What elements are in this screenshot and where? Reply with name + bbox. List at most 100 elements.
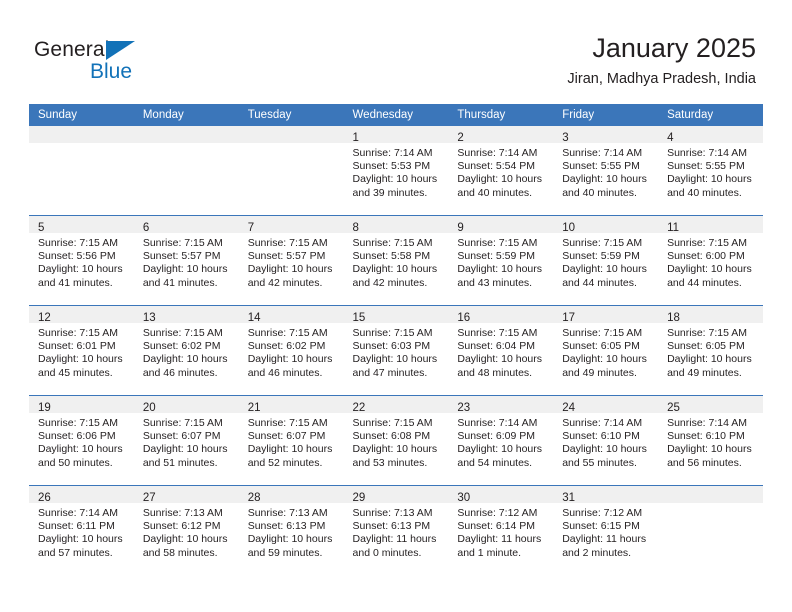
day-number-bar: 28 bbox=[238, 486, 344, 504]
sunrise-text: Sunrise: 7:15 AM bbox=[562, 327, 643, 339]
calendar-day-cell[interactable]: 23 Sunrise: 7:14 AM Sunset: 6:09 PM Dayligh… bbox=[448, 395, 554, 486]
calendar-day-cell[interactable]: 15 Sunrise: 7:15 AM Sunset: 6:03 PM Dayligh… bbox=[343, 305, 449, 396]
day-number-bar: 25 bbox=[658, 396, 763, 414]
day-detail: Sunrise: 7:14 AM Sunset: 5:54 PM Daylight:… bbox=[448, 143, 553, 200]
daylight-text-line1: Daylight: 10 hours bbox=[457, 443, 543, 456]
day-detail: Sunrise: 7:14 AM Sunset: 5:55 PM Daylight:… bbox=[658, 143, 763, 200]
daylight-text-line1: Daylight: 10 hours bbox=[667, 173, 752, 186]
day-detail: Sunrise: 7:14 AM Sunset: 5:55 PM Daylight:… bbox=[553, 143, 658, 200]
calendar-day-cell[interactable]: 21 Sunrise: 7:15 AM Sunset: 6:07 PM Dayligh… bbox=[238, 395, 344, 486]
daylight-text-line2: and 55 minutes. bbox=[562, 456, 637, 469]
calendar-day-cell[interactable]: 16 Sunrise: 7:15 AM Sunset: 6:04 PM Dayligh… bbox=[448, 305, 554, 396]
sunrise-text: Sunrise: 7:15 AM bbox=[352, 237, 433, 249]
daylight-text-line2: and 59 minutes. bbox=[247, 546, 323, 559]
sunrise-text: Sunrise: 7:14 AM bbox=[562, 147, 643, 159]
daylight-text-line2: and 39 minutes. bbox=[352, 186, 428, 199]
sunrise-text: Sunrise: 7:15 AM bbox=[457, 237, 538, 249]
sunset-text: Sunset: 5:59 PM bbox=[562, 250, 640, 263]
daylight-text-line2: and 49 minutes. bbox=[667, 366, 742, 379]
weekday-header-saturday: Saturday bbox=[658, 104, 763, 126]
day-number-bar: 14 bbox=[238, 306, 344, 324]
sunrise-text: Sunrise: 7:14 AM bbox=[352, 147, 433, 159]
day-number-bar: 17 bbox=[553, 306, 659, 324]
day-number-bar: 19 bbox=[29, 396, 134, 414]
calendar-day-cell[interactable]: 30 Sunrise: 7:12 AM Sunset: 6:14 PM Dayligh… bbox=[448, 485, 554, 575]
day-number-bar: 12 bbox=[29, 306, 134, 324]
day-detail: Sunrise: 7:12 AM Sunset: 6:15 PM Daylight:… bbox=[553, 503, 658, 560]
daylight-text-line1: Daylight: 10 hours bbox=[142, 533, 228, 546]
day-number: 31 bbox=[562, 492, 576, 504]
sunset-text: Sunset: 5:58 PM bbox=[352, 250, 431, 263]
calendar-day-cell[interactable]: 28 Sunrise: 7:13 AM Sunset: 6:13 PM Dayligh… bbox=[238, 485, 344, 575]
calendar-day-cell[interactable]: 19 Sunrise: 7:15 AM Sunset: 6:06 PM Dayligh… bbox=[29, 395, 134, 486]
calendar-day-cell[interactable]: 27 Sunrise: 7:13 AM Sunset: 6:12 PM Dayligh… bbox=[133, 485, 239, 575]
weekday-header-wednesday: Wednesday bbox=[343, 104, 449, 126]
day-number: 2 bbox=[457, 132, 464, 144]
day-number: 14 bbox=[247, 312, 261, 324]
weekday-header-tuesday: Tuesday bbox=[238, 104, 344, 126]
daylight-text-line1: Daylight: 10 hours bbox=[457, 353, 543, 366]
calendar-day-cell[interactable]: 5 Sunrise: 7:15 AM Sunset: 5:56 PM Daylight… bbox=[29, 215, 134, 306]
day-number: 11 bbox=[667, 222, 680, 234]
calendar-day-cell[interactable]: 7 Sunrise: 7:15 AM Sunset: 5:57 PM Daylight… bbox=[238, 215, 344, 306]
day-number: 10 bbox=[562, 222, 576, 234]
day-detail: Sunrise: 7:15 AM Sunset: 6:05 PM Daylight:… bbox=[553, 323, 658, 380]
calendar-day-cell[interactable]: 26 Sunrise: 7:14 AM Sunset: 6:11 PM Dayligh… bbox=[29, 485, 134, 575]
day-number-bar: 26 bbox=[29, 486, 134, 504]
daylight-text-line2: and 43 minutes. bbox=[457, 276, 533, 289]
calendar-day-cell[interactable]: 4 Sunrise: 7:14 AM Sunset: 5:55 PM Daylight… bbox=[658, 126, 763, 216]
day-number-bar: 30 bbox=[448, 486, 554, 504]
day-number-bar: 6 bbox=[133, 216, 239, 234]
daylight-text-line2: and 56 minutes. bbox=[667, 456, 742, 469]
calendar-day-cell[interactable]: 31 Sunrise: 7:12 AM Sunset: 6:15 PM Dayligh… bbox=[553, 485, 659, 575]
daylight-text-line1: Daylight: 10 hours bbox=[667, 353, 752, 366]
calendar-day-cell[interactable]: 3 Sunrise: 7:14 AM Sunset: 5:55 PM Daylight… bbox=[553, 126, 659, 216]
sunrise-text: Sunrise: 7:14 AM bbox=[457, 417, 538, 429]
calendar-day-cell[interactable]: 10 Sunrise: 7:15 AM Sunset: 5:59 PM Dayligh… bbox=[553, 215, 659, 306]
sunset-text: Sunset: 6:08 PM bbox=[352, 430, 431, 443]
daylight-text-line2: and 0 minutes. bbox=[352, 546, 422, 559]
title-block: January 2025 Jiran, Madhya Pradesh, Indi… bbox=[567, 32, 756, 88]
day-number-bar bbox=[133, 126, 239, 143]
daylight-text-line1: Daylight: 10 hours bbox=[562, 173, 647, 186]
day-detail: Sunrise: 7:13 AM Sunset: 6:13 PM Daylight:… bbox=[344, 503, 449, 560]
calendar-day-cell[interactable]: 9 Sunrise: 7:15 AM Sunset: 5:59 PM Daylight… bbox=[448, 215, 554, 306]
calendar-day-cell[interactable]: 12 Sunrise: 7:15 AM Sunset: 6:01 PM Dayligh… bbox=[29, 305, 134, 396]
calendar-day-cell[interactable]: 25 Sunrise: 7:14 AM Sunset: 6:10 PM Dayligh… bbox=[658, 395, 763, 486]
day-number: 24 bbox=[562, 402, 576, 414]
day-detail: Sunrise: 7:14 AM Sunset: 6:10 PM Daylight:… bbox=[553, 413, 658, 470]
sunrise-text: Sunrise: 7:15 AM bbox=[667, 327, 748, 339]
calendar-day-cell[interactable]: 24 Sunrise: 7:14 AM Sunset: 6:10 PM Dayligh… bbox=[553, 395, 659, 486]
calendar-day-cell[interactable]: 1 Sunrise: 7:14 AM Sunset: 5:53 PM Daylight… bbox=[343, 126, 449, 216]
calendar-week-row: 1 Sunrise: 7:14 AM Sunset: 5:53 PM Daylight… bbox=[29, 126, 763, 216]
daylight-text-line1: Daylight: 10 hours bbox=[38, 263, 123, 276]
sunset-text: Sunset: 5:55 PM bbox=[667, 160, 745, 173]
calendar-day-cell[interactable]: 11 Sunrise: 7:15 AM Sunset: 6:00 PM Dayligh… bbox=[658, 215, 763, 306]
calendar-page: General Blue January 2025 Jiran, Madhya … bbox=[0, 0, 792, 612]
daylight-text-line2: and 49 minutes. bbox=[562, 366, 637, 379]
day-detail: Sunrise: 7:13 AM Sunset: 6:13 PM Daylight:… bbox=[239, 503, 344, 560]
calendar-day-cell-empty bbox=[238, 126, 344, 216]
sunrise-text: Sunrise: 7:15 AM bbox=[38, 417, 118, 429]
calendar-day-cell[interactable]: 22 Sunrise: 7:15 AM Sunset: 6:08 PM Dayligh… bbox=[343, 395, 449, 486]
calendar-day-cell[interactable]: 6 Sunrise: 7:15 AM Sunset: 5:57 PM Daylight… bbox=[133, 215, 239, 306]
day-number-bar: 1 bbox=[343, 126, 449, 144]
daylight-text-line1: Daylight: 10 hours bbox=[38, 533, 123, 546]
calendar-day-cell[interactable]: 13 Sunrise: 7:15 AM Sunset: 6:02 PM Dayligh… bbox=[133, 305, 239, 396]
day-number-bar: 22 bbox=[343, 396, 449, 414]
day-detail: Sunrise: 7:15 AM Sunset: 6:03 PM Daylight:… bbox=[344, 323, 449, 380]
calendar-day-cell[interactable]: 20 Sunrise: 7:15 AM Sunset: 6:07 PM Dayligh… bbox=[133, 395, 239, 486]
calendar-day-cell[interactable]: 14 Sunrise: 7:15 AM Sunset: 6:02 PM Dayligh… bbox=[238, 305, 344, 396]
calendar-day-cell[interactable]: 2 Sunrise: 7:14 AM Sunset: 5:54 PM Daylight… bbox=[448, 126, 554, 216]
daylight-text-line2: and 48 minutes. bbox=[457, 366, 533, 379]
sunrise-text: Sunrise: 7:12 AM bbox=[562, 507, 643, 519]
calendar-day-cell[interactable]: 29 Sunrise: 7:13 AM Sunset: 6:13 PM Dayligh… bbox=[343, 485, 449, 575]
sunset-text: Sunset: 5:57 PM bbox=[247, 250, 326, 263]
page-header: General Blue January 2025 Jiran, Madhya … bbox=[0, 0, 792, 100]
sunrise-text: Sunrise: 7:13 AM bbox=[142, 507, 223, 519]
calendar-day-cell[interactable]: 8 Sunrise: 7:15 AM Sunset: 5:58 PM Daylight… bbox=[343, 215, 449, 306]
daylight-text-line2: and 46 minutes. bbox=[247, 366, 323, 379]
calendar-day-cell[interactable]: 18 Sunrise: 7:15 AM Sunset: 6:05 PM Dayligh… bbox=[658, 305, 763, 396]
calendar-day-cell[interactable]: 17 Sunrise: 7:15 AM Sunset: 6:05 PM Dayligh… bbox=[553, 305, 659, 396]
daylight-text-line1: Daylight: 10 hours bbox=[142, 353, 228, 366]
